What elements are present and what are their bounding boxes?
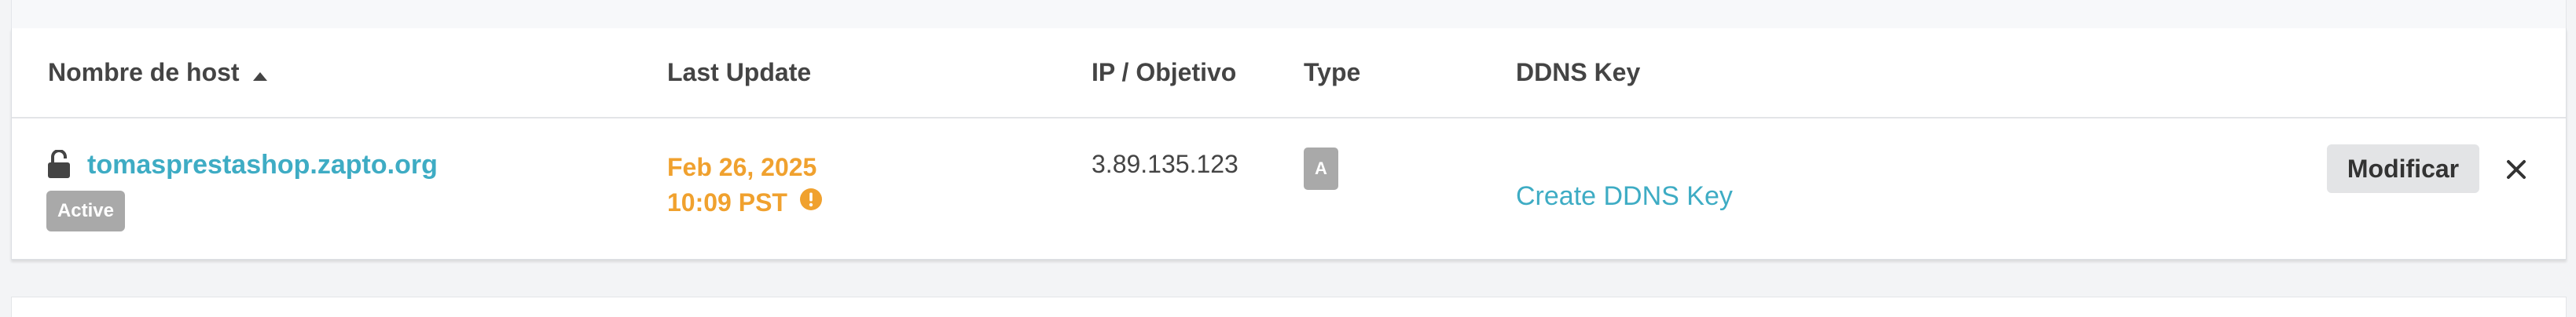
modify-button[interactable]: Modificar: [2327, 144, 2479, 193]
last-update-cell: Feb 26, 2025 10:09 PST: [667, 150, 823, 220]
unlocked-padlock-icon: [46, 149, 72, 184]
ip-target: 3.89.135.123: [1092, 150, 1238, 178]
last-update-time-line: 10:09 PST: [667, 185, 823, 220]
column-header-last-update[interactable]: Last Update: [667, 58, 811, 87]
last-update-date: Feb 26, 2025: [667, 153, 817, 181]
last-update-time: 10:09 PST: [667, 188, 787, 217]
column-header-hostname[interactable]: Nombre de host: [48, 58, 268, 89]
close-icon[interactable]: [2506, 159, 2526, 184]
hostname-link[interactable]: tomasprestashop.zapto.org: [87, 150, 438, 180]
sort-ascending-icon[interactable]: [252, 60, 268, 89]
hostnames-table: Nombre de host Last Update IP / Objetivo…: [11, 28, 2567, 260]
record-type-badge: A: [1304, 148, 1338, 190]
status-badge: Active: [46, 191, 125, 231]
column-header-ddns-key: DDNS Key: [1516, 58, 1641, 86]
column-header-hostname-label: Nombre de host: [48, 58, 240, 86]
create-ddns-key-link[interactable]: Create DDNS Key: [1516, 181, 1733, 212]
exclamation-circle-icon[interactable]: [799, 185, 823, 220]
previous-panel-edge: [11, 0, 2567, 29]
column-header-ip[interactable]: IP / Objetivo: [1092, 58, 1236, 87]
table-row: tomasprestashop.zapto.org Active Feb 26,…: [12, 118, 2566, 259]
next-panel-edge: [11, 297, 2567, 317]
table-header: Nombre de host Last Update IP / Objetivo…: [12, 28, 2566, 118]
column-header-type[interactable]: Type: [1304, 58, 1360, 87]
